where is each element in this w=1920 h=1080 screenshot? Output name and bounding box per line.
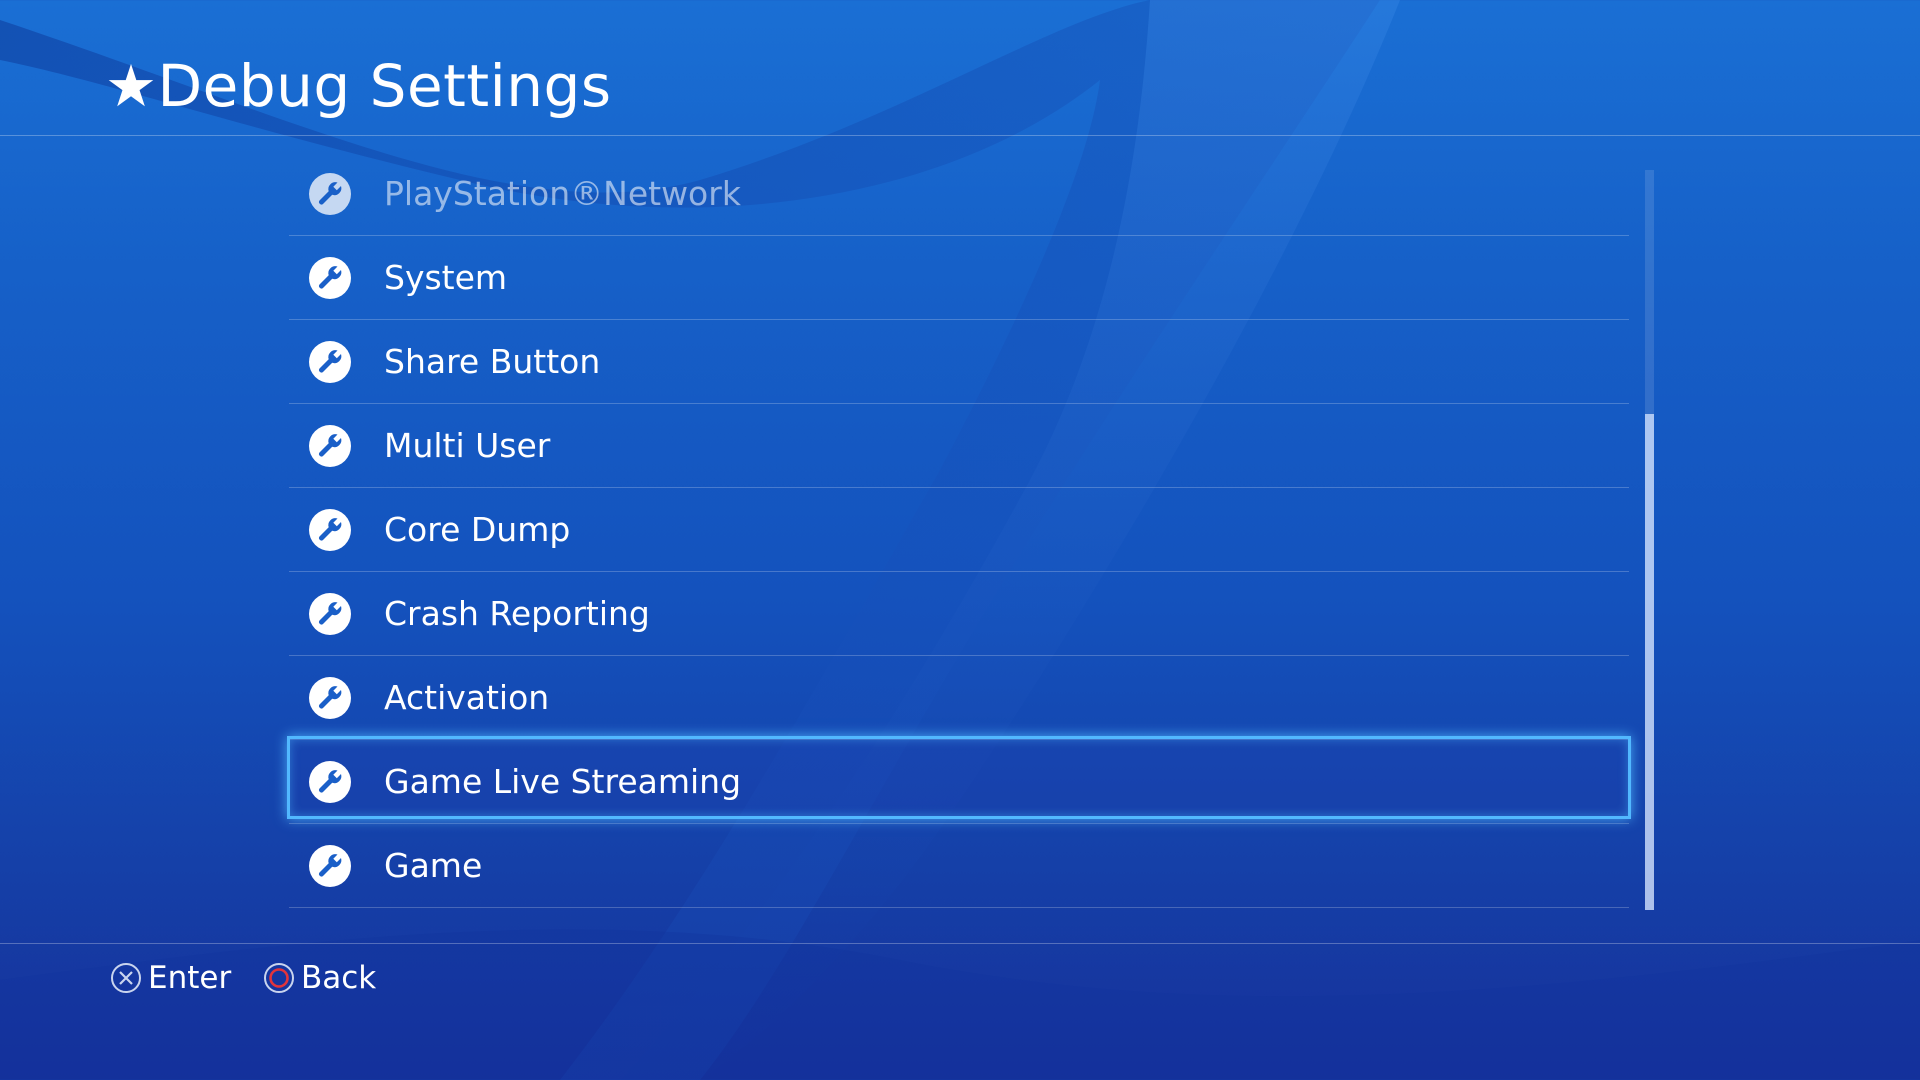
enter-hint[interactable]: Enter (110, 956, 231, 1000)
wrench-icon (309, 425, 351, 467)
menu-item-label: Activation (384, 678, 550, 717)
wrench-icon (309, 677, 351, 719)
menu-item-playstation-network[interactable]: PlayStation®Network (289, 152, 1629, 236)
menu-item-label: Multi User (384, 426, 551, 465)
enter-label: Enter (148, 960, 232, 996)
footer-hints: Enter Back (0, 943, 1920, 1080)
scrollbar[interactable] (1645, 170, 1654, 910)
cross-button-icon (111, 963, 141, 993)
menu-item-share-button[interactable]: Share Button (289, 320, 1629, 404)
menu-item-crash-reporting[interactable]: Crash Reporting (289, 572, 1629, 656)
scrollbar-thumb[interactable] (1645, 414, 1654, 910)
wrench-icon (309, 761, 351, 803)
debug-settings-menu: PlayStation®Network System Share Button … (287, 152, 1631, 908)
menu-item-label: System (384, 258, 508, 297)
back-label: Back (301, 960, 377, 996)
menu-item-system[interactable]: System (289, 236, 1629, 320)
wrench-icon (309, 257, 351, 299)
menu-item-label: PlayStation®Network (384, 174, 741, 213)
menu-item-label: Share Button (384, 342, 601, 381)
menu-item-label: Game Live Streaming (384, 762, 742, 801)
header: ★Debug Settings (0, 0, 1920, 136)
menu-item-label: Game (384, 846, 483, 885)
menu-item-game[interactable]: Game (289, 824, 1629, 908)
menu-item-core-dump[interactable]: Core Dump (289, 488, 1629, 572)
circle-button-icon (264, 963, 294, 993)
page-title: ★Debug Settings (105, 52, 612, 120)
wrench-icon (309, 593, 351, 635)
menu-item-label: Crash Reporting (384, 594, 650, 633)
wrench-icon (309, 845, 351, 887)
menu-item-multi-user[interactable]: Multi User (289, 404, 1629, 488)
wrench-icon (309, 341, 351, 383)
wrench-icon (309, 509, 351, 551)
menu-item-activation[interactable]: Activation (289, 656, 1629, 740)
back-hint[interactable]: Back (263, 956, 376, 1000)
menu-item-game-live-streaming[interactable]: Game Live Streaming (287, 736, 1631, 824)
menu-item-label: Core Dump (384, 510, 571, 549)
wrench-icon (309, 173, 351, 215)
